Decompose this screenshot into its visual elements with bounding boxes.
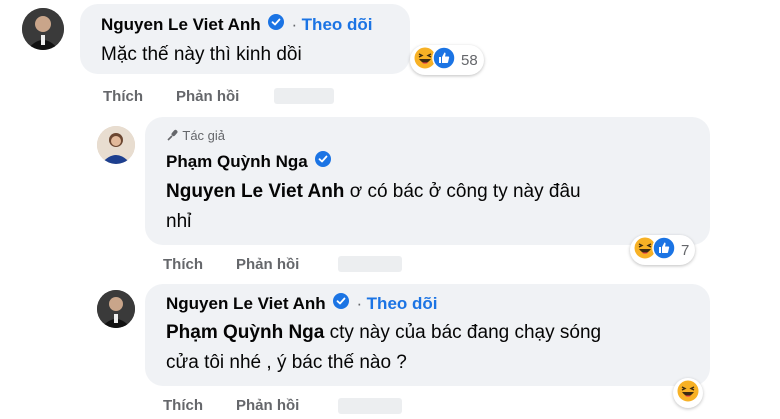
comment-text: Nguyen Le Viet Anh ơ có bác ở công ty nà…: [166, 177, 581, 237]
reply-button[interactable]: Phản hồi: [236, 397, 299, 414]
separator-dot: ·: [291, 15, 298, 35]
verified-badge-icon: [268, 14, 285, 35]
avatar-photo: [22, 8, 64, 50]
comment-header: Nguyen Le Viet Anh · Theo dõi: [166, 293, 438, 317]
reply-button[interactable]: Phản hồi: [176, 88, 239, 105]
mention-link[interactable]: Nguyen Le Viet Anh: [166, 181, 344, 202]
like-button[interactable]: Thích: [103, 88, 143, 105]
reaction-summary[interactable]: 58: [410, 45, 484, 75]
mention-link[interactable]: Phạm Quỳnh Nga: [166, 322, 324, 343]
comment-text-line2: cửa tôi nhé , ý bác thế nào ?: [166, 352, 407, 373]
reaction-summary[interactable]: 7: [630, 235, 696, 265]
comment-text: Phạm Quỳnh Nga cty này của bác đang chạy…: [166, 318, 601, 378]
like-button[interactable]: Thích: [163, 256, 203, 273]
verified-badge-icon: [333, 293, 350, 314]
comment-text-line1: ơ có bác ở công ty này đâu: [344, 181, 581, 202]
reply-button[interactable]: Phản hồi: [236, 256, 299, 273]
comment-text-line1: cty này của bác đang chạy sóng: [324, 322, 602, 343]
timestamp-redacted: [338, 256, 402, 272]
like-reaction-icon: [652, 235, 676, 265]
author-name[interactable]: Nguyen Le Viet Anh: [101, 15, 261, 34]
comment-text-line2: nhỉ: [166, 211, 192, 232]
reaction-count: 7: [681, 241, 690, 259]
author-name[interactable]: Nguyen Le Viet Anh: [166, 294, 326, 313]
avatar-photo: [97, 290, 135, 328]
haha-reaction-icon: [676, 379, 700, 408]
avatar[interactable]: [22, 8, 64, 50]
comment-header: Phạm Quỳnh Nga: [166, 151, 334, 175]
follow-link[interactable]: Theo dõi: [367, 294, 438, 313]
follow-link[interactable]: Theo dõi: [302, 15, 373, 34]
author-name[interactable]: Phạm Quỳnh Nga: [166, 152, 308, 171]
reaction-summary[interactable]: [673, 378, 703, 408]
microphone-icon: [166, 129, 179, 145]
comment-text: Mặc thế này thì kinh dồi: [101, 44, 302, 65]
author-badge-label: Tác giả: [182, 128, 226, 143]
like-button[interactable]: Thích: [163, 397, 203, 414]
avatar-photo: [97, 126, 135, 164]
timestamp-redacted: [274, 88, 334, 104]
verified-badge-icon: [315, 151, 332, 172]
separator-dot: ·: [356, 294, 363, 314]
author-badge: Tác giả: [166, 128, 225, 145]
reaction-count: 58: [461, 51, 478, 69]
comment-header: Nguyen Le Viet Anh · Theo dõi: [101, 14, 373, 38]
like-reaction-icon: [432, 45, 456, 75]
avatar[interactable]: [97, 290, 135, 328]
timestamp-redacted: [338, 398, 402, 414]
avatar[interactable]: [97, 126, 135, 164]
